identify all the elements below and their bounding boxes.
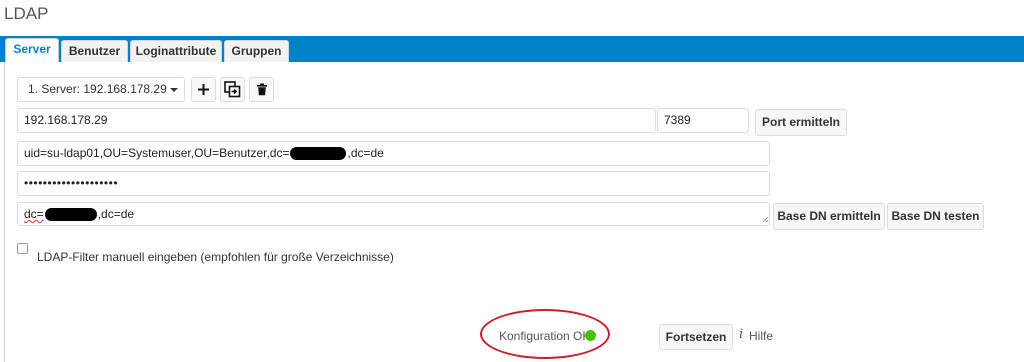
tab-gruppen[interactable]: Gruppen [224, 40, 289, 62]
server-select-value: 1. Server: 192.168.178.29 [28, 82, 167, 96]
highlight-annotation [480, 309, 610, 359]
host-input[interactable]: 192.168.178.29 [17, 108, 656, 133]
continue-button[interactable]: Fortsetzen [659, 324, 733, 350]
tab-server[interactable]: Server [5, 38, 59, 62]
user-dn-input[interactable]: uid=su-ldap01,OU=Systemuser,OU=Benutzer,… [17, 141, 770, 166]
chevron-down-icon [170, 88, 178, 92]
tab-benutzer[interactable]: Benutzer [61, 40, 128, 62]
manual-filter-checkbox[interactable] [17, 243, 28, 254]
redaction-mark [44, 208, 97, 222]
add-server-button[interactable] [191, 77, 216, 102]
base-dn-prefix: dc= [24, 207, 44, 221]
user-dn-suffix: ,dc=de [347, 146, 384, 160]
port-input[interactable]: 7389 [657, 108, 749, 133]
help-link[interactable]: Hilfe [749, 329, 773, 343]
redaction-mark [290, 147, 347, 161]
plus-icon [198, 84, 209, 95]
user-dn-prefix: uid=su-ldap01,OU=Systemuser,OU=Benutzer,… [24, 146, 290, 160]
delete-server-button[interactable] [249, 77, 274, 102]
copy-server-button[interactable] [220, 77, 245, 102]
server-select[interactable]: 1. Server: 192.168.178.29 [17, 77, 185, 102]
base-dn-detect-button[interactable]: Base DN ermitteln [773, 203, 885, 230]
base-dn-input[interactable]: dc= ,dc=de [17, 202, 770, 226]
trash-icon [256, 83, 267, 96]
page-title: LDAP [4, 4, 49, 23]
copy-config-icon [224, 81, 241, 98]
base-dn-suffix: ,dc=de [97, 207, 135, 221]
base-dn-test-button[interactable]: Base DN testen [887, 203, 984, 230]
port-detect-button[interactable]: Port ermitteln [755, 109, 847, 136]
resize-handle-icon[interactable] [762, 216, 769, 223]
manual-filter-label: LDAP-Filter manuell eingeben (empfohlen … [37, 250, 394, 264]
tab-loginattribute[interactable]: Loginattribute [130, 40, 222, 62]
info-icon: i [739, 327, 744, 342]
password-input[interactable]: •••••••••••••••••••• [17, 171, 770, 196]
